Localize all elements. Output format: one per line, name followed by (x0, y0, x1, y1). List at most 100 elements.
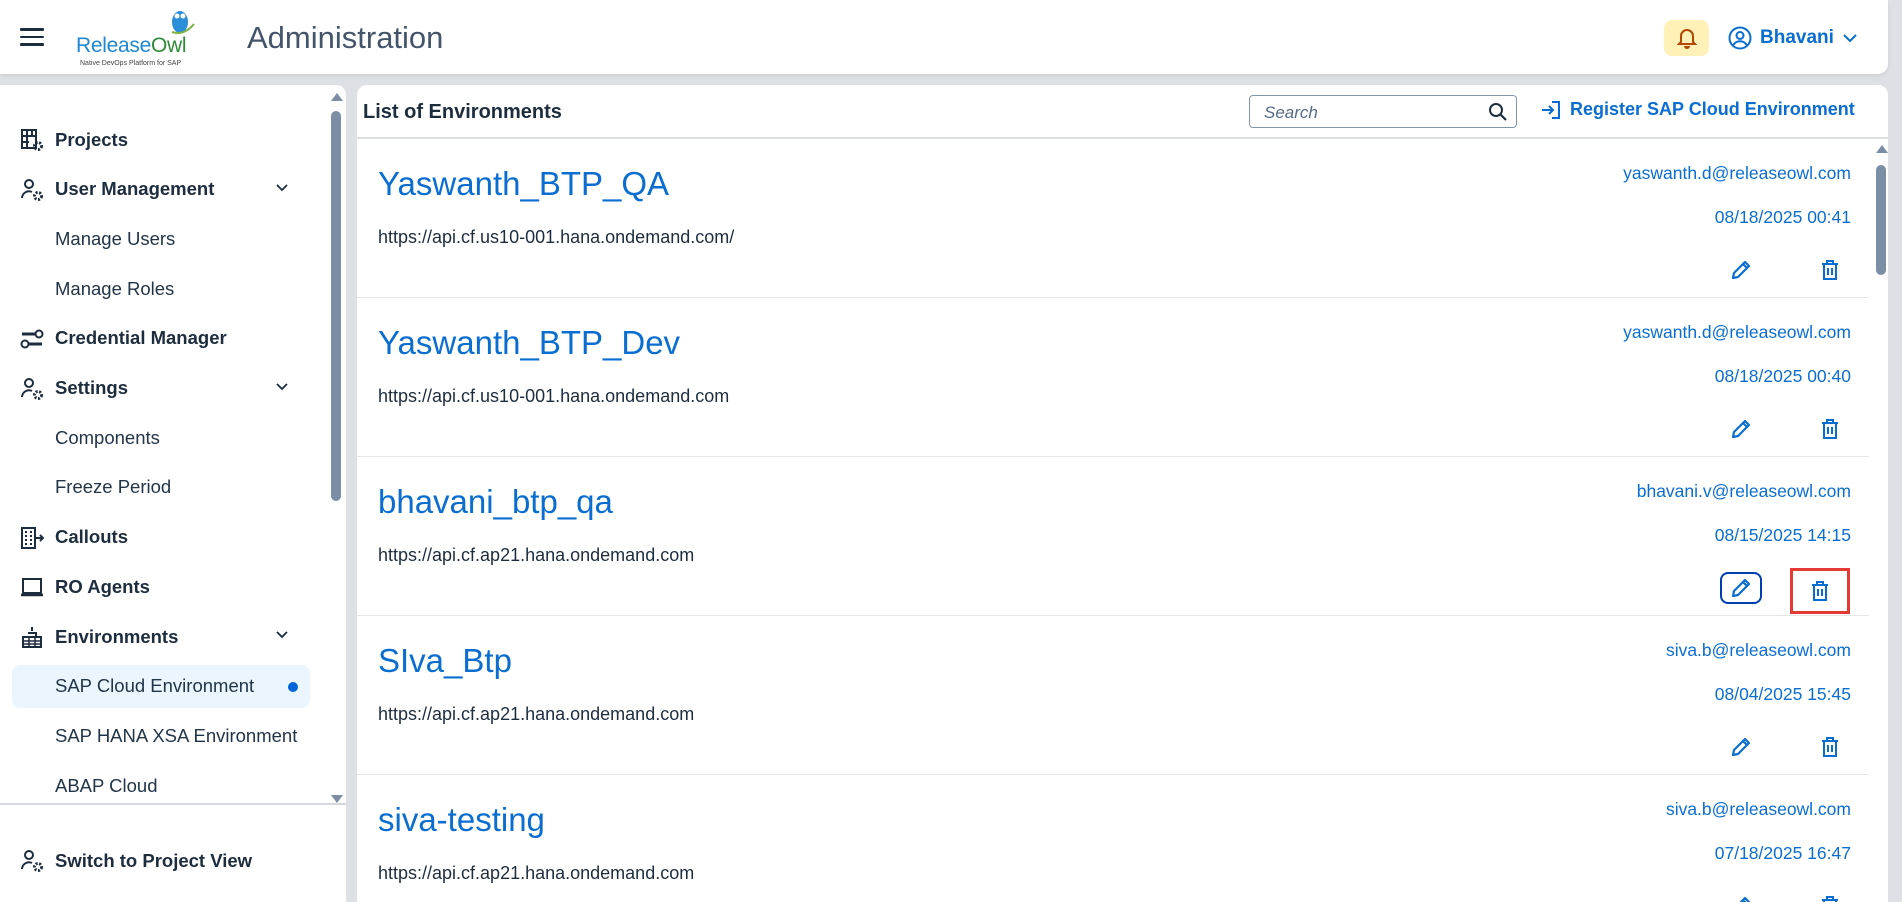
delete-button[interactable] (1809, 413, 1851, 445)
sidebar-item-label: Environments (55, 625, 179, 647)
trash-icon (1812, 581, 1828, 601)
owl-icon (171, 11, 195, 34)
sidebar-item-manage-users[interactable]: Manage Users (12, 217, 310, 260)
sidebar-item-label: User Management (55, 178, 215, 200)
sidebar-item-components[interactable]: Components (12, 416, 310, 459)
menu-icon[interactable] (20, 28, 44, 46)
created-by-email: bhavani.v@releaseowl.com (1636, 481, 1851, 501)
scrollbar-thumb[interactable] (331, 111, 341, 501)
building-arrow-icon (21, 526, 44, 549)
search-placeholder: Search (1264, 103, 1318, 122)
sidebar-item-label: Projects (55, 128, 129, 150)
user-menu[interactable]: Bhavani (1728, 22, 1858, 54)
created-by-email: siva.b@releaseowl.com (1665, 640, 1851, 660)
edit-button[interactable] (1720, 890, 1762, 902)
sidebar-item-user-management[interactable]: User Management (12, 168, 310, 211)
notifications-button[interactable] (1664, 20, 1709, 56)
trash-icon (1822, 896, 1838, 902)
register-sap-cloud-environment-button[interactable]: Register SAP Cloud Environment (1540, 99, 1855, 120)
created-date: 08/15/2025 14:15 (1714, 525, 1851, 545)
delete-button[interactable] (1790, 568, 1850, 614)
edit-button[interactable] (1720, 731, 1762, 763)
sidebar-item-sap-hana-xsa-environment[interactable]: SAP HANA XSA Environment (12, 714, 310, 757)
sidebar-item-label: Callouts (55, 526, 128, 548)
sidebar-nav: Projects User Management Manage Users Manag… (0, 85, 334, 803)
delete-button[interactable] (1809, 890, 1851, 902)
search-icon[interactable] (1488, 102, 1508, 122)
environment-name-link[interactable]: bhavani_btp_qa (378, 483, 613, 521)
delete-button[interactable] (1809, 731, 1851, 763)
sidebar-item-label: Freeze Period (55, 476, 172, 498)
edit-icon (1731, 260, 1751, 280)
panel-header: List of Environments Search Register SAP… (357, 85, 1888, 139)
logo-tagline: Native DevOps Platform for SAP (80, 60, 182, 67)
chevron-down-icon[interactable] (274, 180, 290, 196)
sidebar-item-label: Manage Roles (55, 277, 175, 299)
sidebar-item-ro-agents[interactable]: RO Agents (12, 565, 310, 608)
sidebar-scrollbar[interactable] (330, 93, 343, 803)
scroll-up-icon[interactable] (331, 93, 343, 101)
sidebar-item-label: SAP Cloud Environment (55, 675, 255, 697)
environment-row: Yaswanth_BTP_QA https://api.cf.us10-001.… (357, 139, 1869, 298)
environment-list: Yaswanth_BTP_QA https://api.cf.us10-001.… (357, 139, 1869, 902)
sign-in-icon (1542, 100, 1560, 119)
delete-button[interactable] (1809, 254, 1851, 286)
bell-icon (1676, 29, 1697, 49)
environment-url: https://api.cf.us10-001.hana.ondemand.co… (378, 227, 735, 247)
created-date: 08/18/2025 00:40 (1714, 366, 1851, 386)
created-by-email: siva.b@releaseowl.com (1665, 799, 1851, 819)
chevron-down-icon[interactable] (274, 627, 290, 643)
environment-name-link[interactable]: Yaswanth_BTP_Dev (378, 324, 680, 362)
sidebar-item-label: ABAP Cloud (55, 774, 158, 796)
scrollbar-thumb[interactable] (1876, 165, 1886, 275)
edit-button[interactable] (1720, 254, 1762, 286)
created-date: 08/18/2025 00:41 (1714, 207, 1851, 227)
environment-name-link[interactable]: SIva_Btp (378, 642, 512, 680)
sidebar-item-sap-cloud-environment[interactable]: SAP Cloud Environment (12, 664, 310, 708)
created-date: 08/04/2025 15:45 (1714, 684, 1851, 704)
laptop-icon (21, 578, 43, 597)
sidebar-item-label: Manage Users (55, 227, 176, 249)
sidebar-item-settings[interactable]: Settings (12, 367, 310, 410)
edit-button[interactable] (1720, 413, 1762, 445)
environments-panel: List of Environments Search Register SAP… (357, 85, 1888, 902)
releaseowl-logo[interactable]: ReleaseOwl Native DevOps Platform for SA… (76, 6, 204, 70)
environment-row: SIva_Btp https://api.cf.ap21.hana.ondema… (357, 616, 1869, 775)
environment-name-link[interactable]: Yaswanth_BTP_QA (378, 165, 669, 203)
environment-url: https://api.cf.us10-001.hana.ondemand.co… (378, 386, 730, 406)
sidebar: Projects User Management Manage Users Manag… (0, 85, 346, 902)
sidebar-item-manage-roles[interactable]: Manage Roles (12, 267, 310, 310)
sidebar-item-freeze-period[interactable]: Freeze Period (12, 466, 310, 509)
switch-to-project-view[interactable]: Switch to Project View (12, 839, 310, 882)
sidebar-item-label: Components (55, 426, 160, 448)
chevron-down-icon (1843, 34, 1857, 43)
environment-url: https://api.cf.ap21.hana.ondemand.com (378, 704, 695, 724)
sidebar-item-projects[interactable]: Projects (12, 118, 310, 161)
scroll-down-icon[interactable] (331, 795, 343, 803)
edit-button[interactable] (1720, 572, 1762, 604)
switch-to-project-view-label: Switch to Project View (55, 849, 253, 871)
sidebar-item-callouts[interactable]: Callouts (12, 516, 310, 559)
environment-url: https://api.cf.ap21.hana.ondemand.com (378, 545, 695, 565)
environment-row: Yaswanth_BTP_Dev https://api.cf.us10-001… (357, 298, 1869, 457)
selected-indicator (288, 681, 298, 692)
scroll-up-icon[interactable] (1876, 145, 1888, 153)
search-input[interactable]: Search (1249, 95, 1517, 128)
user-settings-icon (21, 178, 43, 201)
list-scrollbar[interactable] (1875, 145, 1888, 902)
sidebar-item-label: Credential Manager (55, 327, 227, 349)
environment-row: bhavani_btp_qa https://api.cf.ap21.hana.… (357, 457, 1869, 616)
created-by-email: yaswanth.d@releaseowl.com (1623, 163, 1851, 183)
environment-name-link[interactable]: siva-testing (378, 801, 545, 839)
page-title: Administration (247, 20, 444, 55)
sidebar-item-credential-manager[interactable]: Credential Manager (12, 317, 310, 360)
environment-row: siva-testing https://api.cf.ap21.hana.on… (357, 775, 1869, 902)
sidebar-item-abap-cloud[interactable]: ABAP Cloud (12, 764, 310, 803)
sidebar-item-environments[interactable]: Environments (12, 615, 310, 658)
edit-icon (1731, 737, 1751, 757)
projects-icon (21, 129, 43, 151)
edit-icon (1731, 578, 1751, 598)
logo-text: ReleaseOwl (76, 34, 187, 57)
created-by-email: yaswanth.d@releaseowl.com (1623, 322, 1851, 342)
chevron-down-icon[interactable] (274, 379, 290, 395)
